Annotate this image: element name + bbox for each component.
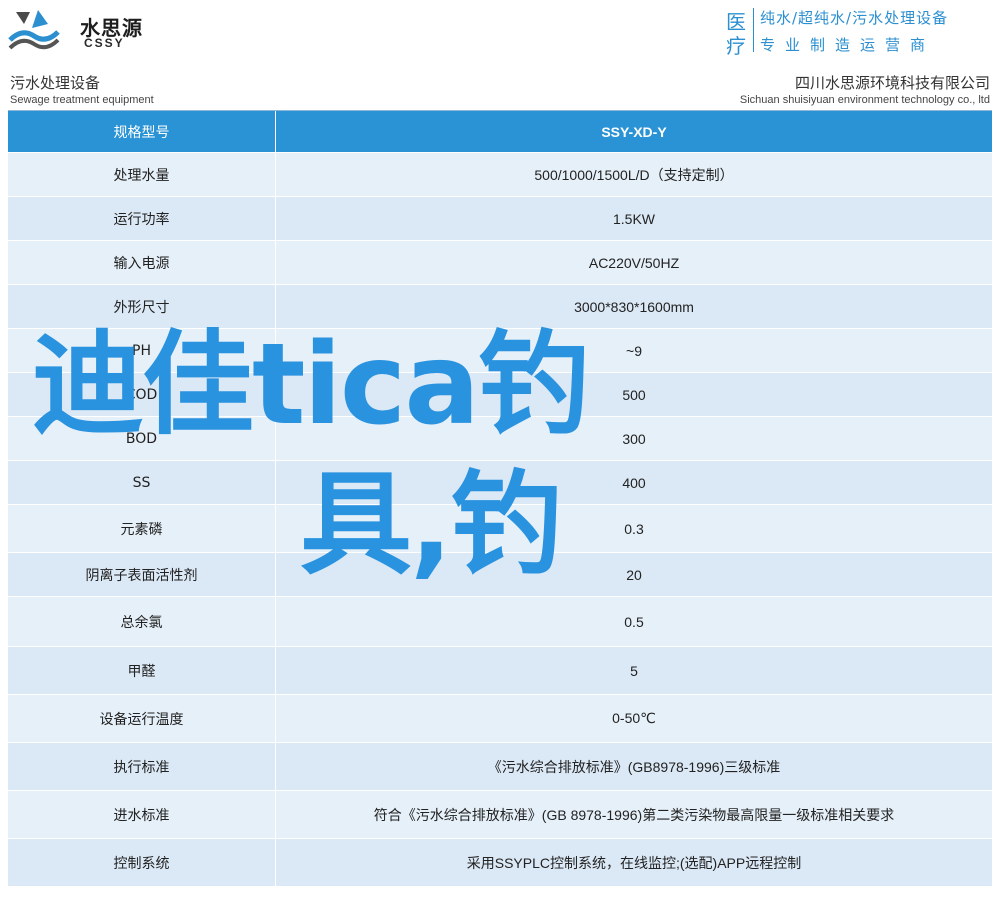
table-header-row: 规格型号 SSY-XD-Y	[8, 111, 992, 153]
row-label: 阴离子表面活性剂	[8, 553, 276, 596]
row-value: 500	[622, 386, 646, 403]
table-row: 执行标准 《污水综合排放标准》(GB8978-1996)三级标准	[8, 743, 992, 791]
row-label: 处理水量	[8, 153, 276, 196]
row-label: 进水标准	[8, 791, 276, 838]
logo-english-name: CSSY	[84, 36, 125, 50]
row-value: 300	[622, 430, 646, 447]
row-value: 400	[622, 474, 646, 491]
row-value: 20	[626, 566, 642, 583]
row-label: COD	[8, 373, 276, 416]
row-label: 控制系统	[8, 839, 276, 886]
table-row: 设备运行温度 0-50℃	[8, 695, 992, 743]
table-row: SS 400	[8, 461, 992, 505]
product-category-en: Sewage treatment equipment	[10, 94, 154, 106]
row-value: 《污水综合排放标准》(GB8978-1996)三级标准	[487, 758, 781, 775]
row-label: 运行功率	[8, 197, 276, 240]
product-category-cn: 污水处理设备	[10, 74, 101, 92]
company-name-cn: 四川水思源环境科技有限公司	[794, 74, 990, 92]
table-row: 总余氯 0.5	[8, 597, 992, 647]
header-value: SSY-XD-Y	[601, 123, 667, 140]
table-row: 控制系统 采用SSYPLC控制系统，在线监控;(选配)APP远程控制	[8, 839, 992, 887]
row-label: 输入电源	[8, 241, 276, 284]
row-value: 500/1000/1500L/D（支持定制）	[534, 166, 734, 183]
row-label: 外形尺寸	[8, 285, 276, 328]
row-label: 甲醛	[8, 647, 276, 694]
side-char-2: 疗	[726, 34, 746, 58]
divider	[753, 8, 754, 52]
table-row: 进水标准 符合《污水综合排放标准》(GB 8978-1996)第二类污染物最高限…	[8, 791, 992, 839]
row-label: BOD	[8, 417, 276, 460]
row-value: 0.5	[624, 613, 644, 630]
table-row: 阴离子表面活性剂 20	[8, 553, 992, 597]
row-label: 设备运行温度	[8, 695, 276, 742]
table-row: 输入电源 AC220V/50HZ	[8, 241, 992, 285]
row-value: AC220V/50HZ	[588, 254, 680, 271]
header-label: 规格型号	[8, 111, 276, 152]
row-value: 1.5KW	[612, 210, 655, 227]
row-value: 符合《污水综合排放标准》(GB 8978-1996)第二类污染物最高限量一级标准…	[373, 806, 895, 823]
tagline-products: 纯水/超纯水/污水处理设备	[760, 9, 949, 27]
table-row: 元素磷 0.3	[8, 505, 992, 553]
row-label: 执行标准	[8, 743, 276, 790]
table-row: COD 500	[8, 373, 992, 417]
row-label: PH	[8, 329, 276, 372]
table-row: 处理水量 500/1000/1500L/D（支持定制）	[8, 153, 992, 197]
tagline-slogan: 专业制造运营商	[760, 36, 936, 54]
row-value: 0-50℃	[612, 710, 656, 726]
table-row: 运行功率 1.5KW	[8, 197, 992, 241]
table-row: BOD 300	[8, 417, 992, 461]
row-value: 5	[630, 662, 638, 679]
water-logo-icon	[8, 10, 60, 50]
table-row: PH ~9	[8, 329, 992, 373]
company-name-en: Sichuan shuisiyuan environment technolog…	[739, 94, 990, 106]
row-label: SS	[8, 461, 276, 504]
row-value: 采用SSYPLC控制系统，在线监控;(选配)APP远程控制	[466, 854, 802, 871]
row-label: 元素磷	[8, 505, 276, 552]
top-header: 水思源 CSSY 医 疗 纯水/超纯水/污水处理设备 专业制造运营商	[0, 0, 1000, 58]
row-label: 总余氯	[8, 597, 276, 646]
spec-table: 规格型号 SSY-XD-Y 处理水量 500/1000/1500L/D（支持定制…	[8, 110, 992, 887]
row-value: ~9	[626, 342, 642, 359]
sub-header: 污水处理设备 Sewage treatment equipment 四川水思源环…	[8, 66, 992, 110]
table-row: 外形尺寸 3000*830*1600mm	[8, 285, 992, 329]
tagline-block: 医 疗 纯水/超纯水/污水处理设备 专业制造运营商	[726, 4, 996, 58]
table-row: 甲醛 5	[8, 647, 992, 695]
brand-logo[interactable]: 水思源 CSSY	[8, 6, 208, 52]
row-value: 0.3	[624, 520, 644, 537]
row-value: 3000*830*1600mm	[574, 298, 694, 315]
